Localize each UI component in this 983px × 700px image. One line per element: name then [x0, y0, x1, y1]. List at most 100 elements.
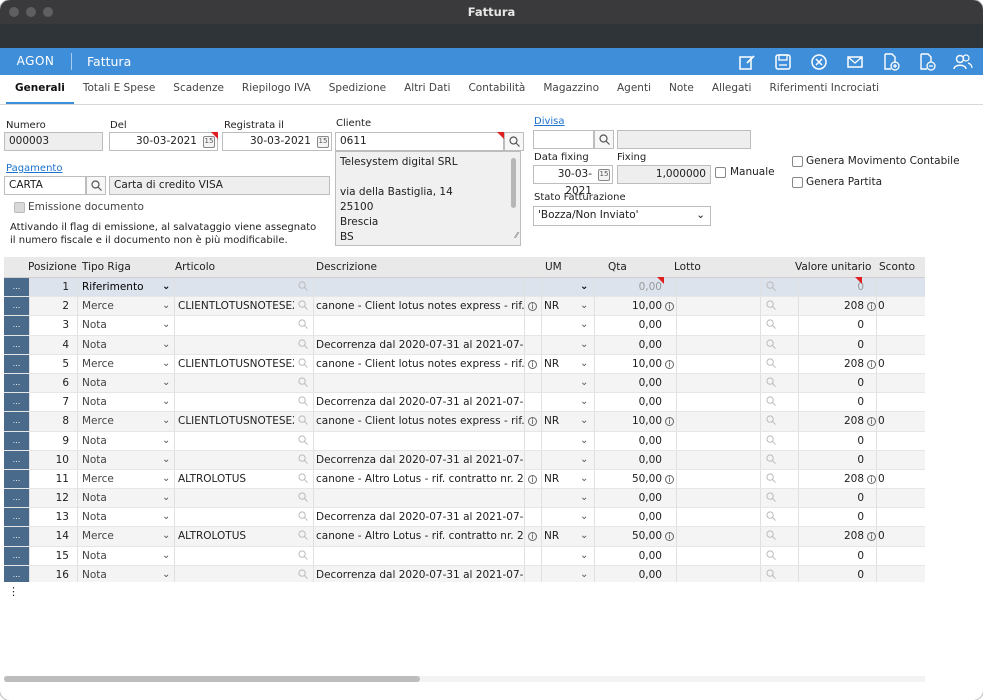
row-menu-button[interactable]: ...	[4, 278, 29, 297]
search-icon[interactable]	[766, 415, 778, 427]
row-unit-value[interactable]: 208	[800, 530, 864, 542]
del-date-field[interactable]: 30-03-2021 15	[109, 132, 218, 151]
row-type-select[interactable]: Merce	[82, 415, 172, 427]
row-quantity[interactable]: 50,00	[604, 473, 662, 485]
search-icon[interactable]	[298, 473, 310, 485]
row-menu-button[interactable]: ...	[4, 469, 29, 489]
chevron-down-icon[interactable]: ⌄	[580, 550, 588, 561]
row-description[interactable]: Decorrenza dal 2020-07-31 al 2021-07-30	[316, 396, 524, 408]
minimize-window-button[interactable]	[26, 7, 36, 17]
row-menu-button[interactable]: ...	[4, 354, 29, 373]
row-unit-value[interactable]: 0	[800, 569, 864, 581]
chevron-down-icon[interactable]: ⌄	[162, 530, 170, 541]
row-type-select[interactable]: Nota	[82, 550, 172, 562]
row-article[interactable]: CLIENTLOTUSNOTESEX	[178, 415, 294, 427]
chevron-down-icon[interactable]: ⌄	[580, 281, 588, 292]
column-header-articolo[interactable]: Articolo	[175, 261, 215, 273]
row-quantity[interactable]: 0,00	[604, 281, 662, 293]
row-menu-button[interactable]: ...	[4, 527, 29, 546]
emissione-checkbox[interactable]	[14, 202, 25, 213]
chevron-down-icon[interactable]: ⌄	[162, 435, 170, 446]
tab-agenti[interactable]: Agenti	[608, 75, 660, 104]
chevron-down-icon[interactable]: ⌄	[580, 319, 588, 330]
address-scrollbar[interactable]	[511, 158, 516, 208]
search-icon[interactable]	[766, 511, 778, 523]
info-icon[interactable]: i	[865, 415, 876, 427]
table-row[interactable]: ... 15 Nota ⌄ ⌄ 0,00 0	[4, 546, 925, 566]
info-icon[interactable]: i	[865, 300, 876, 312]
info-icon[interactable]: i	[663, 415, 674, 427]
row-description[interactable]: canone - Client lotus notes express - ri…	[316, 300, 524, 312]
chevron-down-icon[interactable]: ⌄	[580, 415, 588, 426]
chevron-down-icon[interactable]: ⌄	[580, 530, 588, 541]
row-type-select[interactable]: Merce	[82, 300, 172, 312]
table-row[interactable]: ... 16 Nota ⌄ Decorrenza dal 2020-07-31 al 2…	[4, 565, 925, 582]
column-header-lotto[interactable]: Lotto	[674, 261, 701, 273]
chevron-down-icon[interactable]: ⌄	[580, 492, 588, 503]
row-article[interactable]: CLIENTLOTUSNOTESEX	[178, 300, 294, 312]
row-quantity[interactable]: 10,00	[604, 415, 662, 427]
chevron-down-icon[interactable]: ⌄	[580, 300, 588, 311]
search-icon[interactable]	[298, 511, 310, 523]
chevron-down-icon[interactable]: ⌄	[162, 550, 170, 561]
row-quantity[interactable]: 50,00	[604, 530, 662, 542]
column-header-qta[interactable]: Qta	[608, 261, 627, 273]
chevron-down-icon[interactable]: ⌄	[162, 396, 170, 407]
info-icon[interactable]: i	[663, 530, 674, 542]
chevron-down-icon[interactable]: ⌄	[162, 492, 170, 503]
pagamento-link[interactable]: Pagamento	[6, 163, 62, 174]
column-header-um[interactable]: UM	[545, 261, 562, 273]
row-quantity[interactable]: 0,00	[604, 492, 662, 504]
chevron-down-icon[interactable]: ⌄	[580, 396, 588, 407]
row-article[interactable]: ALTROLOTUS	[178, 530, 294, 542]
row-description[interactable]: canone - Client lotus notes express - ri…	[316, 415, 524, 427]
row-article[interactable]: ALTROLOTUS	[178, 473, 294, 485]
row-unit-value[interactable]: 0	[800, 396, 864, 408]
stato-select[interactable]: 'Bozza/Non Inviato' ⌄	[533, 206, 711, 226]
row-type-select[interactable]: Nota	[82, 339, 172, 351]
numero-field[interactable]: 000003	[4, 132, 103, 151]
chevron-down-icon[interactable]: ⌄	[162, 281, 170, 292]
chevron-down-icon[interactable]: ⌄	[162, 511, 170, 522]
search-icon[interactable]	[298, 377, 310, 389]
scrollbar-thumb[interactable]	[4, 676, 420, 682]
search-icon[interactable]	[298, 569, 310, 581]
row-type-select[interactable]: Nota	[82, 569, 172, 581]
row-um[interactable]: NR	[544, 473, 574, 485]
row-quantity[interactable]: 0,00	[604, 377, 662, 389]
table-row[interactable]: ... 12 Nota ⌄ ⌄ 0,00 0	[4, 489, 925, 509]
row-description[interactable]: canone - Altro Lotus - rif. contratto nr…	[316, 530, 524, 542]
row-unit-value[interactable]: 208	[800, 300, 864, 312]
table-row[interactable]: ... 6 Nota ⌄ ⌄ 0,00 0	[4, 373, 925, 394]
row-quantity[interactable]: 0,00	[604, 550, 662, 562]
manuale-checkbox[interactable]	[715, 167, 726, 178]
save-icon[interactable]	[771, 52, 795, 72]
row-um[interactable]: NR	[544, 415, 574, 427]
info-icon[interactable]: i	[526, 530, 537, 542]
table-row[interactable]: ... 11 Merce ⌄ ALTROLOTUS canone - Altro Lotu…	[4, 469, 925, 490]
table-row[interactable]: ... 2 Merce ⌄ CLIENTLOTUSNOTESEX canone - Cli…	[4, 297, 925, 317]
chevron-down-icon[interactable]: ⌄	[162, 358, 170, 369]
info-icon[interactable]: i	[663, 473, 674, 485]
table-row[interactable]: ... 9 Nota ⌄ ⌄ 0,00 0	[4, 431, 925, 451]
row-discount[interactable]: 0	[878, 300, 918, 312]
search-icon[interactable]	[298, 300, 310, 312]
mail-icon[interactable]	[843, 52, 867, 72]
row-type-select[interactable]: Nota	[82, 377, 172, 389]
search-icon[interactable]	[766, 550, 778, 562]
chevron-down-icon[interactable]: ⌄	[580, 569, 588, 580]
tab-magazzino[interactable]: Magazzino	[534, 75, 608, 104]
row-type-select[interactable]: Nota	[82, 492, 172, 504]
row-description[interactable]: canone - Client lotus notes express - ri…	[316, 358, 524, 370]
cliente-search-button[interactable]	[504, 132, 524, 151]
row-type-select[interactable]: Nota	[82, 435, 172, 447]
row-unit-value[interactable]: 208	[800, 415, 864, 427]
chevron-down-icon[interactable]: ⌄	[162, 454, 170, 465]
search-icon[interactable]	[298, 434, 310, 447]
chevron-down-icon[interactable]: ⌄	[580, 339, 588, 350]
pagamento-field[interactable]: CARTA	[4, 176, 86, 195]
tab-riepilogo-iva[interactable]: Riepilogo IVA	[233, 75, 320, 104]
resize-handle-icon[interactable]: ⁄⁄	[515, 228, 518, 243]
row-unit-value[interactable]: 0	[800, 435, 864, 447]
document-add-icon[interactable]	[879, 52, 903, 72]
